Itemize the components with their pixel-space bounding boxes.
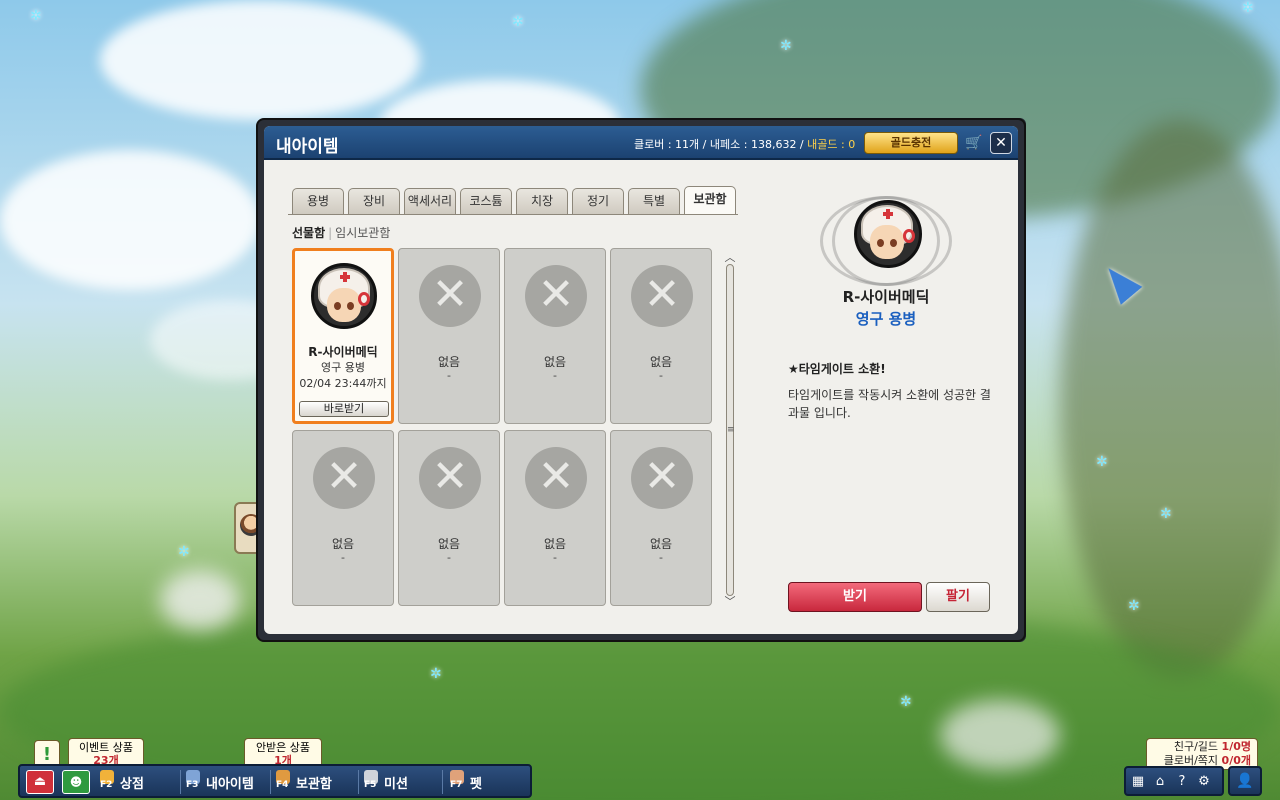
receive-button[interactable]: 받기 <box>788 582 922 612</box>
exit-icon[interactable]: ⏏ <box>26 770 54 794</box>
robot-icon[interactable]: ☻ <box>62 770 90 794</box>
user-profile-button[interactable]: 👤 <box>1228 766 1262 796</box>
subtab-gift-box[interactable]: 선물함 <box>292 226 325 240</box>
my-items-window: 내아이템 클로버 : 11개 / 내페소 : 138,632 / 내골드 : 0… <box>256 118 1026 642</box>
calendar-icon[interactable]: ▦ <box>1128 772 1148 792</box>
item-grid: R-사이버메딕 영구 용병 02/04 23:44까지 바로받기 ✕ 없음 - … <box>292 248 714 608</box>
subtab-temp-storage[interactable]: 임시보관함 <box>335 226 390 240</box>
scroll-up-icon[interactable]: ︿ <box>724 252 736 264</box>
coin-count: 내페소 : 138,632 <box>709 138 797 151</box>
empty-x-icon: ✕ <box>313 447 375 509</box>
system-menu-bar: ▦ ⌂ ? ⚙ <box>1124 766 1224 796</box>
nav-storage[interactable]: F4 보관함 <box>276 768 362 796</box>
gold-count: 내골드 : 0 <box>807 138 856 151</box>
nav-pet[interactable]: F7 펫 <box>450 768 520 796</box>
window-titlebar: 내아이템 클로버 : 11개 / 내페소 : 138,632 / 내골드 : 0… <box>264 126 1018 160</box>
tab-accessory[interactable]: 액세서리 <box>404 188 456 214</box>
empty-slot[interactable]: ✕ 없음 - <box>292 430 394 606</box>
gear-icon[interactable]: ⚙ <box>1194 772 1214 792</box>
empty-slot[interactable]: ✕ 없음 - <box>610 430 712 606</box>
detail-item-name: R-사이버메딕 <box>842 288 930 306</box>
empty-x-icon: ✕ <box>525 265 587 327</box>
mouse-cursor <box>1097 259 1143 305</box>
bottom-menu-bar: ⏏ ☻ F2 상점 F3 내아이템 F4 보관함 F5 미션 F7 펫 <box>18 764 532 798</box>
category-tabs: 용병 장비 액세서리 코스튬 치장 정기 특별 보관함 <box>292 186 736 214</box>
empty-slot[interactable]: ✕ 없음 - <box>398 248 500 424</box>
item-expiry: 02/04 23:44까지 <box>299 377 387 390</box>
item-type: 영구 용병 <box>321 361 365 374</box>
tab-special[interactable]: 특별 <box>628 188 680 214</box>
tab-equipment[interactable]: 장비 <box>348 188 400 214</box>
help-icon[interactable]: ? <box>1172 772 1192 792</box>
close-button[interactable]: ✕ <box>990 132 1012 154</box>
empty-slot[interactable]: ✕ 없음 - <box>504 248 606 424</box>
empty-slot[interactable]: ✕ 없음 - <box>610 248 712 424</box>
empty-x-icon: ✕ <box>631 447 693 509</box>
clover-count: 클로버 : 11개 <box>634 138 700 151</box>
home-icon[interactable]: ⌂ <box>1150 772 1170 792</box>
tab-mercenary[interactable]: 용병 <box>292 188 344 214</box>
empty-x-icon: ✕ <box>631 265 693 327</box>
detail-portrait-icon <box>854 200 922 268</box>
empty-x-icon: ✕ <box>419 265 481 327</box>
tab-subscription[interactable]: 정기 <box>572 188 624 214</box>
storage-subtabs: 선물함 | 임시보관함 <box>292 226 391 240</box>
empty-slot[interactable]: ✕ 없음 - <box>398 430 500 606</box>
item-name: R-사이버메딕 <box>308 345 378 359</box>
gold-charge-button[interactable]: 골드충전 <box>864 132 958 154</box>
instant-receive-button[interactable]: 바로받기 <box>299 401 389 417</box>
window-title: 내아이템 <box>276 137 339 157</box>
tab-decoration[interactable]: 치장 <box>516 188 568 214</box>
detail-item-type: 영구 용병 <box>855 310 917 328</box>
tab-divider <box>288 214 738 215</box>
sell-button[interactable]: 팔기 <box>926 582 990 612</box>
item-slot-selected[interactable]: R-사이버메딕 영구 용병 02/04 23:44까지 바로받기 <box>292 248 394 424</box>
nav-my-items[interactable]: F3 내아이템 <box>186 768 276 796</box>
currency-info: 클로버 : 11개 / 내페소 : 138,632 / 내골드 : 0 <box>634 138 856 151</box>
cart-icon[interactable]: 🛒 <box>964 133 984 153</box>
empty-x-icon: ✕ <box>525 447 587 509</box>
user-icon: 👤 <box>1236 773 1254 789</box>
close-icon: ✕ <box>995 135 1007 151</box>
detail-description: 타임게이트를 작동시켜 소환에 성공한 결과물 입니다. <box>788 388 991 420</box>
scroll-track[interactable]: ≡ <box>726 264 735 596</box>
item-detail-panel: R-사이버메딕 영구 용병 ★타임게이트 소환! 타임게이트를 작동시켜 소환에… <box>760 186 1012 616</box>
cyber-medic-portrait-icon <box>311 263 377 329</box>
empty-x-icon: ✕ <box>419 447 481 509</box>
nav-shop[interactable]: F2 상점 <box>100 768 180 796</box>
grid-scrollbar[interactable]: ︿ ≡ ﹀ <box>724 252 736 608</box>
nav-mission[interactable]: F5 미션 <box>364 768 444 796</box>
tab-storage[interactable]: 보관함 <box>684 186 736 214</box>
scroll-thumb-icon[interactable]: ≡ <box>727 425 735 439</box>
empty-slot[interactable]: ✕ 없음 - <box>504 430 606 606</box>
tab-costume[interactable]: 코스튬 <box>460 188 512 214</box>
detail-description-title: ★타임게이트 소환! <box>788 362 886 376</box>
scroll-down-icon[interactable]: ﹀ <box>724 596 736 608</box>
